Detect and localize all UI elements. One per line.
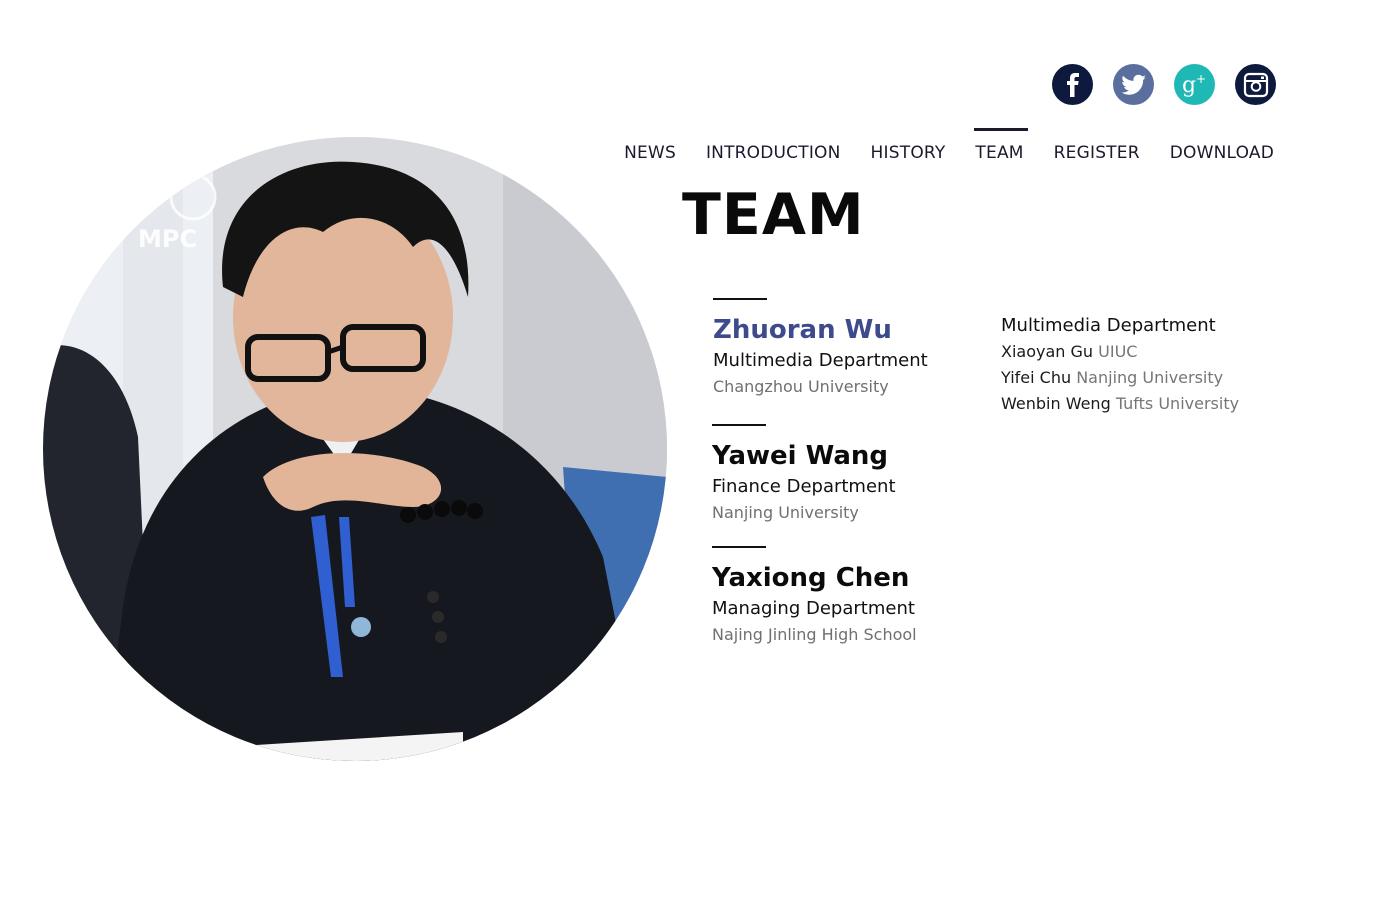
main-nav: NEWS INTRODUCTION HISTORY TEAM REGISTER … (624, 128, 1274, 164)
nav-news[interactable]: NEWS (624, 128, 676, 164)
nav-download[interactable]: DOWNLOAD (1170, 128, 1274, 164)
social-links: g + (1052, 64, 1276, 105)
person-school: UIUC (1098, 342, 1138, 362)
department-title: Multimedia Department (1001, 315, 1216, 336)
member-name[interactable]: Yawei Wang (712, 441, 992, 472)
list-item: Wenbin Weng Tufts University (1001, 391, 1239, 417)
person-school: Tufts University (1115, 394, 1240, 414)
divider (713, 298, 767, 300)
person-school: Nanjing University (1076, 368, 1224, 388)
page-title: TEAM (682, 182, 865, 248)
member-portrait: MPC (43, 137, 667, 761)
person-name: Xiaoyan Gu (1001, 342, 1094, 362)
person-name: Wenbin Weng (1001, 394, 1111, 414)
divider (712, 546, 766, 548)
member-name[interactable]: Zhuoran Wu (713, 315, 993, 346)
member-department: Finance Department (712, 475, 896, 497)
list-item: Xiaoyan Gu UIUC (1001, 339, 1239, 365)
person-name: Yifei Chu (1001, 368, 1072, 388)
twitter-icon[interactable] (1113, 64, 1154, 105)
list-item: Yifei Chu Nanjing University (1001, 365, 1239, 391)
instagram-icon[interactable] (1235, 64, 1276, 105)
department-roster: Multimedia Department Xiaoyan Gu UIUC Yi… (1001, 313, 1239, 417)
member-card: Zhuoran Wu Multimedia Department Changzh… (713, 298, 993, 399)
member-school: Nanjing University (712, 502, 859, 522)
member-name[interactable]: Yaxiong Chen (712, 563, 992, 594)
svg-text:g: g (1182, 73, 1196, 98)
member-card: Yawei Wang Finance Department Nanjing Un… (712, 424, 992, 525)
member-department: Multimedia Department (713, 349, 928, 371)
divider (712, 424, 766, 426)
google-plus-icon[interactable]: g + (1174, 64, 1215, 105)
svg-text:+: + (1196, 72, 1206, 86)
facebook-icon[interactable] (1052, 64, 1093, 105)
nav-introduction[interactable]: INTRODUCTION (706, 128, 841, 164)
nav-register[interactable]: REGISTER (1054, 128, 1140, 164)
member-school: Changzhou University (713, 376, 889, 396)
nav-history[interactable]: HISTORY (871, 128, 946, 164)
nav-team[interactable]: TEAM (974, 128, 1028, 164)
member-department: Managing Department (712, 597, 915, 619)
member-school: Najing Jinling High School (712, 624, 917, 644)
svg-text:MPC: MPC (138, 225, 197, 253)
member-card: Yaxiong Chen Managing Department Najing … (712, 546, 992, 647)
